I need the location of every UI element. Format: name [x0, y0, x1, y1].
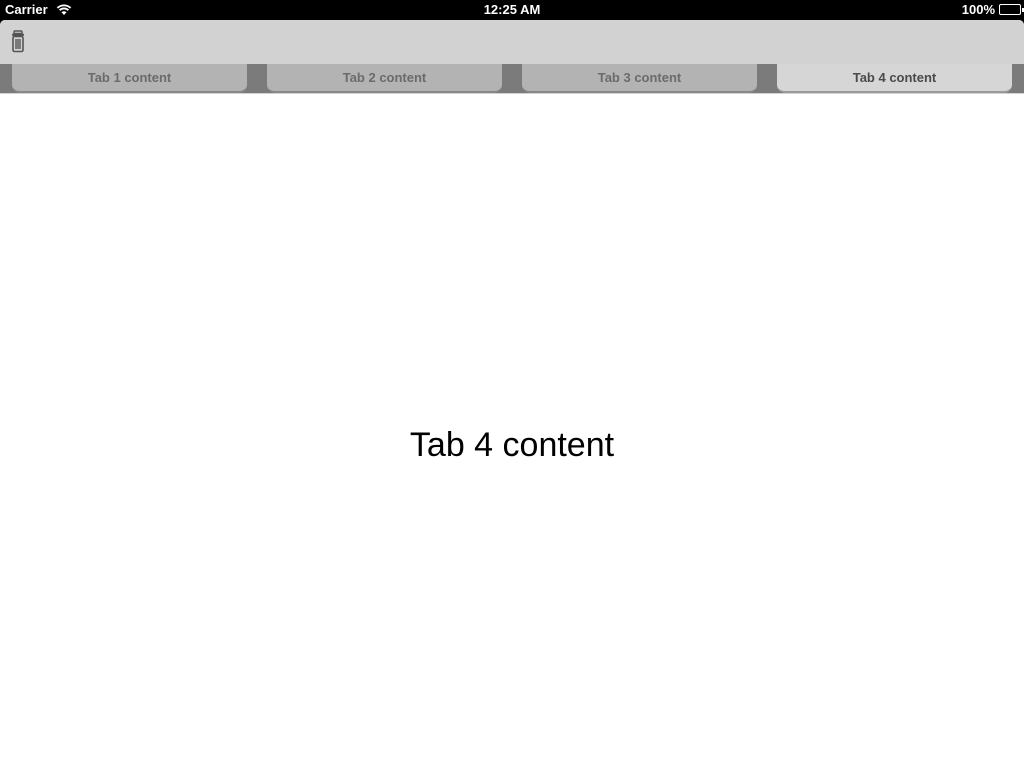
battery-percent: 100%	[961, 2, 995, 17]
tab-4[interactable]: Tab 4 content	[765, 64, 1024, 93]
tab-content-text: Tab 4 content	[409, 426, 615, 464]
tab-bar: Tab 1 content Tab 2 content Tab 3 conten…	[0, 64, 1024, 94]
trash-icon[interactable]	[10, 30, 30, 54]
battery-indicator: 100%	[961, 2, 1024, 17]
toolbar	[0, 20, 1024, 64]
tab-2[interactable]: Tab 2 content	[255, 64, 510, 93]
tab-3-label: Tab 3 content	[597, 70, 682, 85]
tab-3[interactable]: Tab 3 content	[510, 64, 765, 93]
tab-1-label: Tab 1 content	[87, 70, 172, 85]
battery-icon	[999, 4, 1024, 15]
clock: 12:25 AM	[483, 2, 541, 17]
tab-4-label: Tab 4 content	[852, 70, 937, 85]
tab-2-label: Tab 2 content	[342, 70, 427, 85]
status-bar: Carrier 12:25 AM 100%	[0, 0, 1024, 20]
tab-1[interactable]: Tab 1 content	[0, 64, 255, 93]
app-screen: Tab 1 content Tab 2 content Tab 3 conten…	[0, 20, 1024, 768]
